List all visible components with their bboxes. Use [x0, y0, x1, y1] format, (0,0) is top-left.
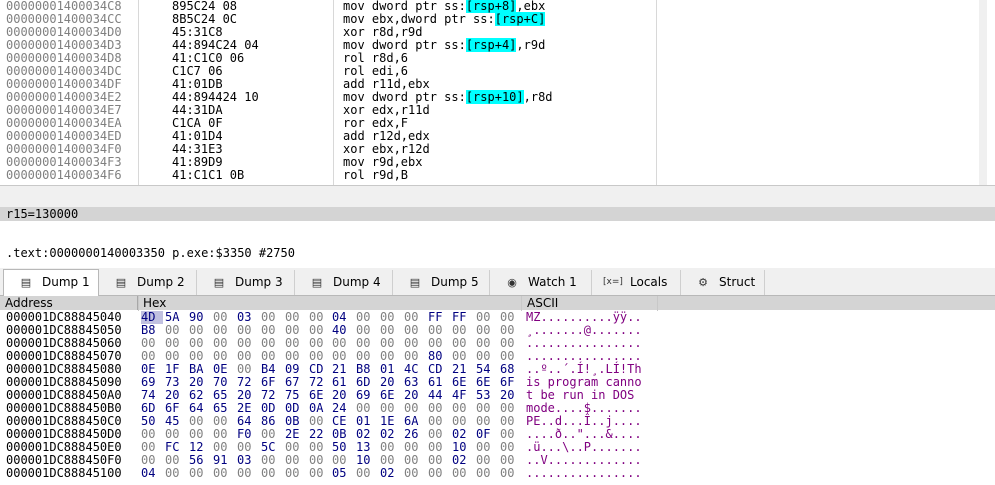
- dump-icon: ▤: [409, 276, 421, 289]
- disassembly-horizontal-scrollbar[interactable]: [0, 185, 995, 208]
- dump-icon: ▤: [115, 276, 127, 289]
- hex-byte[interactable]: 00: [428, 467, 450, 480]
- hex-byte[interactable]: 00: [285, 467, 307, 480]
- hex-byte[interactable]: 00: [261, 467, 283, 480]
- instruction-part: add r11d,ebx: [343, 77, 430, 91]
- tab-locals[interactable]: [x=] Locals: [592, 270, 681, 295]
- disassembly-row[interactable]: 00000001400034CC 8B5C24 0C mov ebx,dword p…: [0, 12, 980, 26]
- address-info-panel: .text:0000000140003350 p.exe:$3350 #2750: [0, 221, 995, 263]
- tab-label: Dump 3: [235, 275, 283, 289]
- instruction-part: add r12d,edx: [343, 129, 430, 143]
- memory-operand: [rsp+10]: [465, 90, 524, 104]
- tab-label: Struct: [719, 275, 756, 289]
- info-line: r15=130000: [0, 207, 995, 221]
- hex-byte[interactable]: 00: [452, 467, 474, 480]
- tab-label: Dump 5: [431, 275, 479, 289]
- instruction-part: rol edi,6: [343, 64, 409, 78]
- memory-operand: [rsp+4]: [465, 38, 517, 52]
- locals-icon: [x=]: [603, 277, 623, 287]
- dump-row-ascii: ................: [526, 466, 642, 480]
- header-address[interactable]: Address: [0, 296, 138, 310]
- dump-row[interactable]: 000001DC88845100 04 00 00 00 00 00 00 00 05 00 02 00…: [0, 467, 990, 480]
- tab-dump-2[interactable]: ▤ Dump 2: [99, 270, 197, 295]
- hex-byte[interactable]: 00: [237, 467, 259, 480]
- disassembly-row[interactable]: 00000001400034F3 41:89D9 mov r9d,ebx: [0, 156, 980, 169]
- tab-watch-1[interactable]: ◉ Watch 1: [490, 270, 592, 295]
- hex-byte[interactable]: 00: [309, 467, 331, 480]
- tab-dump-5[interactable]: ▤ Dump 5: [393, 270, 490, 295]
- disassembly-row[interactable]: 00000001400034EA C1CA 0F ror edx,F: [0, 117, 980, 130]
- address-line: .text:0000000140003350 p.exe:$3350 #2750: [6, 246, 295, 260]
- dump-icon: ▤: [213, 276, 225, 289]
- disassembly-row[interactable]: 00000001400034D3 44:894C24 04 mov dword pt…: [0, 38, 980, 52]
- tab-dump-1[interactable]: ▤ Dump 1: [3, 269, 99, 296]
- tab-dump-4[interactable]: ▤ Dump 4: [295, 270, 393, 295]
- struct-icon: ⚙: [698, 276, 708, 289]
- hex-byte[interactable]: 00: [213, 467, 235, 480]
- dump-icon: ▤: [311, 276, 323, 289]
- hex-byte[interactable]: 00: [500, 467, 522, 480]
- disassembly-vertical-scrollbar[interactable]: [979, 0, 987, 185]
- tab-label: Dump 2: [137, 275, 185, 289]
- instruction-part: mov r9d,ebx: [343, 155, 423, 169]
- instruction-part: mov dword ptr ss:: [343, 90, 466, 104]
- disassembly-row[interactable]: 00000001400034DC C1C7 06 rol edi,6: [0, 65, 980, 78]
- hex-byte[interactable]: 02: [380, 467, 402, 480]
- instruction-part: mov ebx,dword ptr ss:: [343, 12, 495, 26]
- hex-byte[interactable]: 00: [356, 467, 378, 480]
- disassembly-row[interactable]: 00000001400034F0 44:31E3 xor ebx,r12d: [0, 143, 980, 156]
- watch-icon: ◉: [507, 276, 517, 289]
- hex-byte[interactable]: 00: [476, 467, 498, 480]
- instruction-part: mov dword ptr ss:: [343, 38, 466, 52]
- hex-byte[interactable]: 05: [332, 467, 354, 480]
- instruction-part: xor r8d,r9d: [343, 25, 423, 39]
- hex-byte[interactable]: 00: [165, 467, 187, 480]
- tab-struct[interactable]: ⚙ Struct: [681, 270, 765, 295]
- memory-operand: [rsp+C]: [494, 12, 546, 26]
- tab-label: Watch 1: [528, 275, 577, 289]
- tab-label: Locals: [630, 275, 668, 289]
- instruction-address: 00000001400034F6: [6, 168, 122, 182]
- tab-label: Dump 1: [42, 275, 90, 289]
- hex-byte[interactable]: 00: [404, 467, 426, 480]
- tab-dump-3[interactable]: ▤ Dump 3: [197, 270, 295, 295]
- header-hex[interactable]: Hex: [138, 296, 522, 310]
- header-ascii[interactable]: ASCII: [522, 296, 658, 310]
- disassembly-row[interactable]: 00000001400034F6 41:C1C1 0B rol r9d,B: [0, 169, 980, 182]
- dump-row-address: 000001DC88845100: [6, 466, 122, 480]
- instruction-part: ror edx,F: [343, 116, 409, 130]
- instruction-part: rol r8d,6: [343, 51, 409, 65]
- dump-icon: ▤: [20, 276, 32, 289]
- hex-dump-view[interactable]: 000001DC88845040 4D 5A 90 00 03 00 00 00 04 00 00 00…: [0, 311, 995, 485]
- instruction-part: xor edx,r11d: [343, 103, 430, 117]
- disassembly-row[interactable]: 00000001400034E7 44:31DA xor edx,r11d: [0, 104, 980, 117]
- disassembly-view[interactable]: 00000001400034C8 895C24 08 mov dword ptr s…: [0, 0, 987, 185]
- instruction-part: ,r8d: [523, 90, 553, 104]
- hex-byte[interactable]: 00: [189, 467, 211, 480]
- tab-label: Dump 4: [333, 275, 381, 289]
- instruction-part: rol r9d,B: [343, 168, 409, 182]
- instruction-part: ,r9d: [516, 38, 546, 52]
- disassembly-row[interactable]: 00000001400034ED 41:01D4 add r12d,edx: [0, 130, 980, 143]
- instruction-part: xor ebx,r12d: [343, 142, 430, 156]
- disassembly-row[interactable]: 00000001400034D8 41:C1C0 06 rol r8d,6: [0, 52, 980, 65]
- dump-tab-bar: ▤ Dump 1 ▤ Dump 2 ▤ Dump 3 ▤ Dump 4 ▤ Dump 5 ◉ Watc…: [0, 268, 995, 296]
- disassembly-row[interactable]: 00000001400034E2 44:894424 10 mov dword pt…: [0, 90, 980, 104]
- hex-byte[interactable]: 04: [141, 467, 163, 480]
- instruction-bytes: 41:C1C1 0B: [172, 168, 245, 182]
- dump-column-header: Address Hex ASCII: [0, 296, 995, 310]
- instruction-text: rol r9d,B: [343, 169, 408, 182]
